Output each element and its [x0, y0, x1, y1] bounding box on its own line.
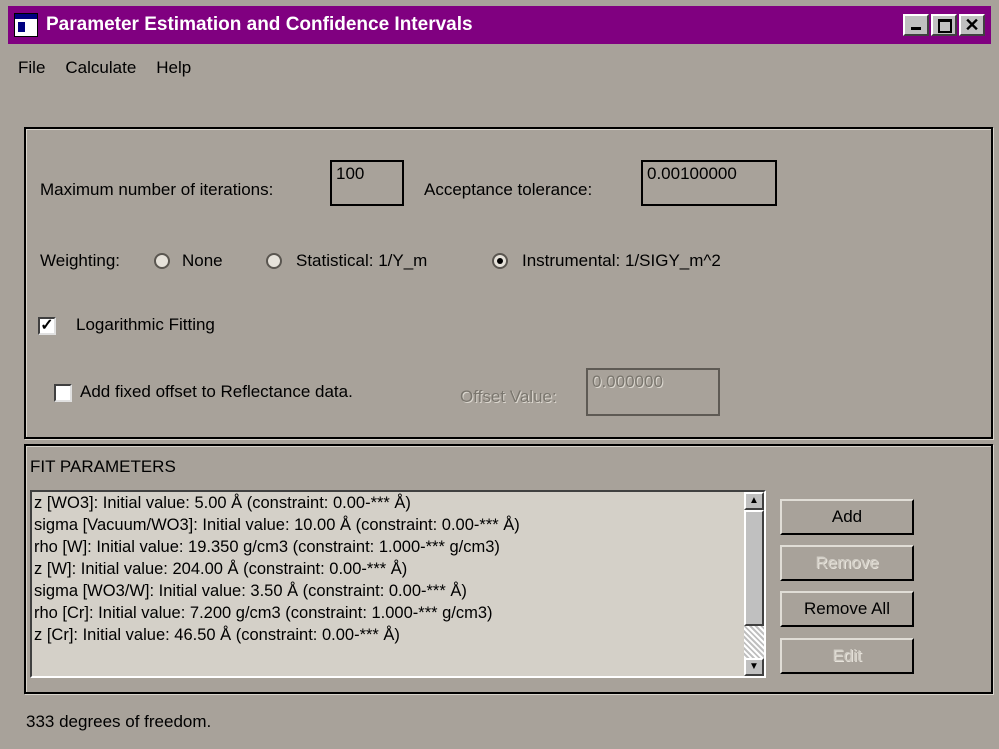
scroll-up-button[interactable]: ▲	[744, 492, 764, 510]
menu-bar: File Calculate Help	[8, 58, 201, 78]
list-item[interactable]: z [WO3]: Initial value: 5.00 Å (constrai…	[34, 492, 520, 514]
weighting-instrumental-radio[interactable]	[492, 253, 508, 269]
scroll-track[interactable]	[744, 626, 764, 658]
list-item[interactable]: sigma [WO3/W]: Initial value: 3.50 Å (co…	[34, 580, 520, 602]
close-icon: ✕	[964, 15, 980, 35]
minimize-button[interactable]	[903, 14, 929, 36]
list-item[interactable]: rho [W]: Initial value: 19.350 g/cm3 (co…	[34, 536, 520, 558]
edit-button: Edit	[780, 638, 914, 674]
menu-calculate[interactable]: Calculate	[55, 58, 146, 78]
scroll-up-icon: ▲	[749, 495, 759, 506]
tolerance-input[interactable]: 0.00100000	[641, 160, 777, 206]
menu-file[interactable]: File	[8, 58, 55, 78]
title-bar: Parameter Estimation and Confidence Inte…	[8, 6, 991, 44]
fit-parameters-title: FIT PARAMETERS	[30, 457, 176, 476]
offset-value-label: Offset Value:	[460, 387, 557, 406]
fit-parameters-list[interactable]: z [WO3]: Initial value: 5.00 Å (constrai…	[30, 490, 766, 678]
maximize-icon	[933, 16, 955, 34]
log-fitting-label[interactable]: Logarithmic Fitting	[76, 315, 215, 335]
weighting-instrumental-label[interactable]: Instrumental: 1/SIGY_m^2	[522, 251, 721, 271]
max-iterations-label: Maximum number of iterations:	[40, 180, 274, 199]
add-button[interactable]: Add	[780, 499, 914, 535]
list-item[interactable]: z [Cr]: Initial value: 46.50 Å (constrai…	[34, 624, 520, 646]
offset-value-input: 0.000000	[586, 368, 720, 416]
weighting-statistical-label[interactable]: Statistical: 1/Y_m	[296, 251, 427, 271]
window-title: Parameter Estimation and Confidence Inte…	[46, 14, 473, 35]
minimize-icon	[905, 16, 927, 34]
weighting-statistical-radio[interactable]	[266, 253, 282, 269]
close-button[interactable]: ✕	[959, 14, 985, 36]
window-controls: ✕	[903, 14, 985, 36]
menu-help[interactable]: Help	[146, 58, 201, 78]
max-iterations-input[interactable]: 100	[330, 160, 404, 206]
list-item[interactable]: sigma [Vacuum/WO3]: Initial value: 10.00…	[34, 514, 520, 536]
list-item[interactable]: rho [Cr]: Initial value: 7.200 g/cm3 (co…	[34, 602, 520, 624]
list-item[interactable]: z [W]: Initial value: 204.00 Å (constrai…	[34, 558, 520, 580]
maximize-button[interactable]	[931, 14, 957, 36]
list-scrollbar[interactable]: ▲ ▼	[744, 492, 764, 676]
weighting-none-radio[interactable]	[154, 253, 170, 269]
fixed-offset-checkbox[interactable]	[54, 384, 72, 402]
app-window-icon[interactable]	[14, 13, 38, 37]
log-fitting-checkbox[interactable]: ✓	[38, 317, 56, 335]
status-text: 333 degrees of freedom.	[26, 712, 212, 731]
tolerance-label: Acceptance tolerance:	[424, 180, 593, 199]
weighting-none-label[interactable]: None	[182, 251, 223, 271]
scroll-thumb[interactable]	[744, 510, 764, 626]
fixed-offset-label[interactable]: Add fixed offset to Reflectance data.	[80, 382, 353, 402]
scroll-down-icon: ▼	[749, 661, 759, 672]
remove-all-button[interactable]: Remove All	[780, 591, 914, 627]
remove-button: Remove	[780, 545, 914, 581]
scroll-down-button[interactable]: ▼	[744, 658, 764, 676]
weighting-label: Weighting:	[40, 251, 121, 270]
